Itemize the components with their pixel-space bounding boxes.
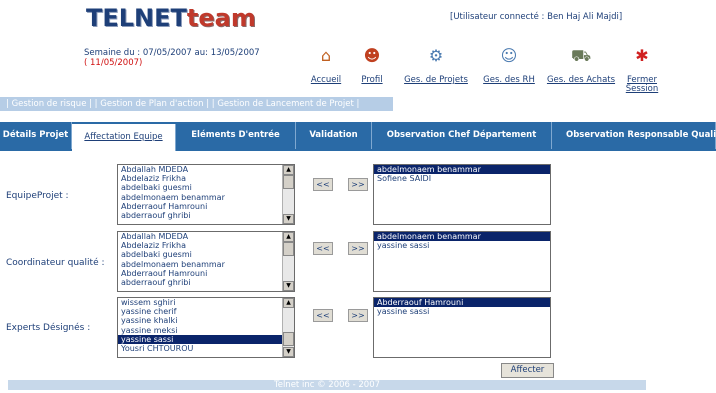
- list-item[interactable]: Yousri CHTOUROU: [118, 344, 294, 353]
- scrollbar[interactable]: ▲ ▼: [282, 298, 294, 357]
- available-list-experts[interactable]: wissem sghiri yassine cherif yassine kha…: [117, 297, 295, 358]
- footer: Telnet inc © 2006 - 2007: [8, 380, 646, 390]
- scroll-down-arrow-icon[interactable]: ▼: [283, 347, 294, 357]
- remove-button[interactable]: <<: [313, 309, 333, 322]
- scroll-thumb[interactable]: [283, 175, 294, 189]
- list-item[interactable]: abdelbaki guesmi: [118, 183, 294, 192]
- nav-label: Fermer Session: [625, 75, 659, 94]
- tab-validation[interactable]: Validation: [296, 122, 372, 149]
- logo-text-team: team: [186, 4, 256, 32]
- house-icon: ⌂: [320, 46, 332, 65]
- add-button[interactable]: >>: [348, 178, 368, 191]
- tab-elements-entree[interactable]: Eléments D'entrée: [176, 122, 296, 149]
- label-experts-designes: Experts Désignés :: [6, 323, 91, 333]
- selected-list-equipe[interactable]: abdelmonaem benammar Sofiene SAIDI: [373, 164, 551, 225]
- nav-label: Ges. des RH: [483, 75, 535, 85]
- available-list-equipe[interactable]: Abdallah MDEDA Abdelaziz Frikha abdelbak…: [117, 164, 295, 225]
- selected-list-coordinateur[interactable]: abdelmonaem benammar yassine sassi: [373, 231, 551, 292]
- secondary-link-bar[interactable]: | Gestion de risque | | Gestion de Plan …: [0, 97, 393, 111]
- user-status: [Utilisateur connecté : Ben Haj Ali Majd…: [450, 12, 623, 22]
- label-coordinateur-qualite: Coordinateur qualité :: [6, 258, 105, 268]
- available-list-coordinateur[interactable]: Abdallah MDEDA Abdelaziz Frikha abdelbak…: [117, 231, 295, 292]
- list-item[interactable]: Abderraouf Hamrouni: [374, 298, 550, 308]
- scroll-thumb[interactable]: [283, 332, 294, 346]
- logout-icon: ✱: [635, 46, 649, 65]
- nav-gestion-achats[interactable]: ⛟ Ges. des Achats: [546, 46, 616, 85]
- list-item[interactable]: abderraouf ghribi: [118, 211, 294, 220]
- remove-button[interactable]: <<: [313, 242, 333, 255]
- week-info: Semaine du : 07/05/2007 au: 13/05/2007 (…: [84, 48, 260, 68]
- tab-observation-qualite[interactable]: Observation Responsable Quali: [552, 122, 716, 149]
- tab-bar: Détails Projet Affectation Equipe Elémen…: [0, 122, 716, 151]
- list-item[interactable]: yassine sassi: [118, 334, 294, 344]
- week-range: Semaine du : 07/05/2007 au: 13/05/2007: [84, 48, 260, 58]
- label-equipe-projet: EquipeProjet :: [6, 191, 69, 201]
- tab-details-projet[interactable]: Détails Projet: [0, 122, 72, 149]
- telnet-team-logo: TELNETteam: [86, 4, 256, 32]
- nav-label: Accueil: [310, 75, 342, 85]
- list-item[interactable]: wissem sghiri: [118, 298, 294, 307]
- list-item[interactable]: Abderraouf Hamrouni: [118, 269, 294, 278]
- scrollbar[interactable]: ▲ ▼: [282, 232, 294, 291]
- list-item[interactable]: abdelmonaem benammar: [374, 165, 550, 175]
- scroll-down-arrow-icon[interactable]: ▼: [283, 214, 294, 224]
- gears-icon: ⚙: [428, 46, 444, 65]
- list-item[interactable]: abderraouf ghribi: [118, 278, 294, 287]
- scroll-up-arrow-icon[interactable]: ▲: [283, 298, 294, 308]
- current-date: ( 11/05/2007): [84, 58, 143, 68]
- user-profile-icon: ☻: [363, 46, 381, 65]
- list-item[interactable]: abdelbaki guesmi: [118, 250, 294, 259]
- list-item[interactable]: Abdelaziz Frikha: [118, 174, 294, 183]
- affecter-button[interactable]: Affecter: [501, 363, 554, 378]
- cart-icon: ⛟: [571, 46, 592, 65]
- list-item[interactable]: Abdallah MDEDA: [118, 232, 294, 241]
- nav-label: Ges. des Achats: [546, 75, 616, 85]
- list-item[interactable]: yassine sassi: [374, 241, 550, 250]
- list-item[interactable]: Abderraouf Hamrouni: [118, 202, 294, 211]
- list-item[interactable]: Abdallah MDEDA: [118, 165, 294, 174]
- person-icon: ☺: [500, 46, 518, 65]
- tab-observation-chef[interactable]: Observation Chef Département: [372, 122, 552, 149]
- list-item[interactable]: Abdelaziz Frikha: [118, 241, 294, 250]
- selected-list-experts[interactable]: Abderraouf Hamrouni yassine sassi: [373, 297, 551, 358]
- list-item[interactable]: yassine sassi: [374, 307, 550, 316]
- logo-text-telnet: TELNET: [86, 4, 187, 32]
- nav-gestion-projets[interactable]: ⚙ Ges. de Projets: [402, 46, 470, 85]
- add-button[interactable]: >>: [348, 309, 368, 322]
- nav-label: Profil: [361, 75, 383, 85]
- list-item[interactable]: abdelmonaem benammar: [118, 193, 294, 202]
- nav-label: Ges. de Projets: [404, 75, 468, 85]
- list-item[interactable]: yassine cherif: [118, 307, 294, 316]
- scroll-down-arrow-icon[interactable]: ▼: [283, 281, 294, 291]
- scroll-thumb[interactable]: [283, 242, 294, 256]
- scroll-up-arrow-icon[interactable]: ▲: [283, 165, 294, 175]
- scroll-up-arrow-icon[interactable]: ▲: [283, 232, 294, 242]
- list-item[interactable]: abdelmonaem benammar: [118, 260, 294, 269]
- nav-accueil[interactable]: ⌂ Accueil: [309, 46, 343, 85]
- tab-affectation-equipe[interactable]: Affectation Equipe: [72, 124, 176, 151]
- add-button[interactable]: >>: [348, 242, 368, 255]
- list-item[interactable]: Sofiene SAIDI: [374, 174, 550, 183]
- scrollbar[interactable]: ▲ ▼: [282, 165, 294, 224]
- nav-profil[interactable]: ☻ Profil: [359, 46, 385, 85]
- list-item[interactable]: yassine meksi: [118, 326, 294, 335]
- list-item[interactable]: yassine khalki: [118, 316, 294, 325]
- nav-gestion-rh[interactable]: ☺ Ges. des RH: [481, 46, 537, 85]
- nav-fermer-session[interactable]: ✱ Fermer Session: [622, 46, 662, 94]
- remove-button[interactable]: <<: [313, 178, 333, 191]
- list-item[interactable]: abdelmonaem benammar: [374, 232, 550, 242]
